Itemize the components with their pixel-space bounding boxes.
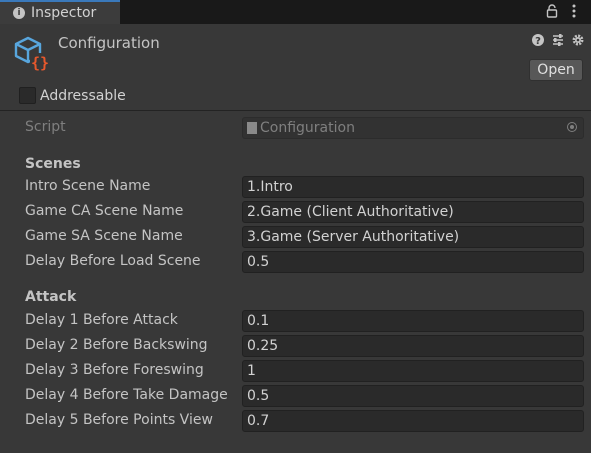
tab-inspector[interactable]: i Inspector <box>0 0 120 24</box>
field-label: Delay Before Load Scene <box>25 253 201 269</box>
field-label: Game CA Scene Name <box>25 203 184 219</box>
field-label: Delay 3 Before Foreswing <box>25 362 204 378</box>
script-value: Configuration <box>260 120 355 136</box>
presets-icon[interactable] <box>551 32 565 48</box>
script-file-icon <box>247 122 257 134</box>
tab-label: Inspector <box>31 5 97 21</box>
header-tools: ? <box>531 32 585 48</box>
kebab-menu-icon[interactable] <box>567 3 581 19</box>
game-ca-scene-name-input[interactable]: 2.Game (Client Authoritative) <box>242 201 584 223</box>
script-label: Script <box>25 119 66 135</box>
inspector-header: {} Configuration ? Open <box>0 24 591 82</box>
gear-icon[interactable] <box>571 32 585 48</box>
addressable-toggle[interactable]: Addressable <box>19 87 126 104</box>
field-label: Intro Scene Name <box>25 178 151 194</box>
lock-icon[interactable] <box>545 3 559 19</box>
section-scenes: Scenes <box>25 156 81 172</box>
tab-strip: i Inspector <box>0 0 591 24</box>
object-picker-icon[interactable] <box>567 122 577 132</box>
delay-2-input[interactable]: 0.25 <box>242 335 584 357</box>
delay-4-input[interactable]: 0.5 <box>242 385 584 407</box>
section-attack: Attack <box>25 289 77 305</box>
intro-scene-name-input[interactable]: 1.Intro <box>242 176 584 198</box>
field-label: Delay 4 Before Take Damage <box>25 387 228 403</box>
field-label: Delay 1 Before Attack <box>25 312 178 328</box>
addressable-label: Addressable <box>40 87 126 104</box>
game-sa-scene-name-input[interactable]: 3.Game (Server Authoritative) <box>242 226 584 248</box>
info-icon: i <box>13 7 25 19</box>
delay-1-input[interactable]: 0.1 <box>242 310 584 332</box>
field-label: Delay 2 Before Backswing <box>25 337 208 353</box>
delay-3-input[interactable]: 1 <box>242 360 584 382</box>
asset-title: Configuration <box>58 34 160 52</box>
script-field[interactable]: Configuration <box>242 117 584 139</box>
open-button[interactable]: Open <box>529 59 583 81</box>
field-label: Delay 5 Before Points View <box>25 412 213 428</box>
header-divider <box>0 110 591 111</box>
delay-5-input[interactable]: 0.7 <box>242 410 584 432</box>
svg-text:{}: {} <box>31 54 49 72</box>
addressable-checkbox[interactable] <box>19 87 36 104</box>
tab-tools <box>545 3 581 19</box>
svg-text:?: ? <box>535 36 541 47</box>
help-icon[interactable]: ? <box>531 32 545 48</box>
scriptable-object-icon: {} <box>14 36 50 72</box>
delay-before-load-scene-input[interactable]: 0.5 <box>242 251 584 273</box>
field-label: Game SA Scene Name <box>25 228 183 244</box>
